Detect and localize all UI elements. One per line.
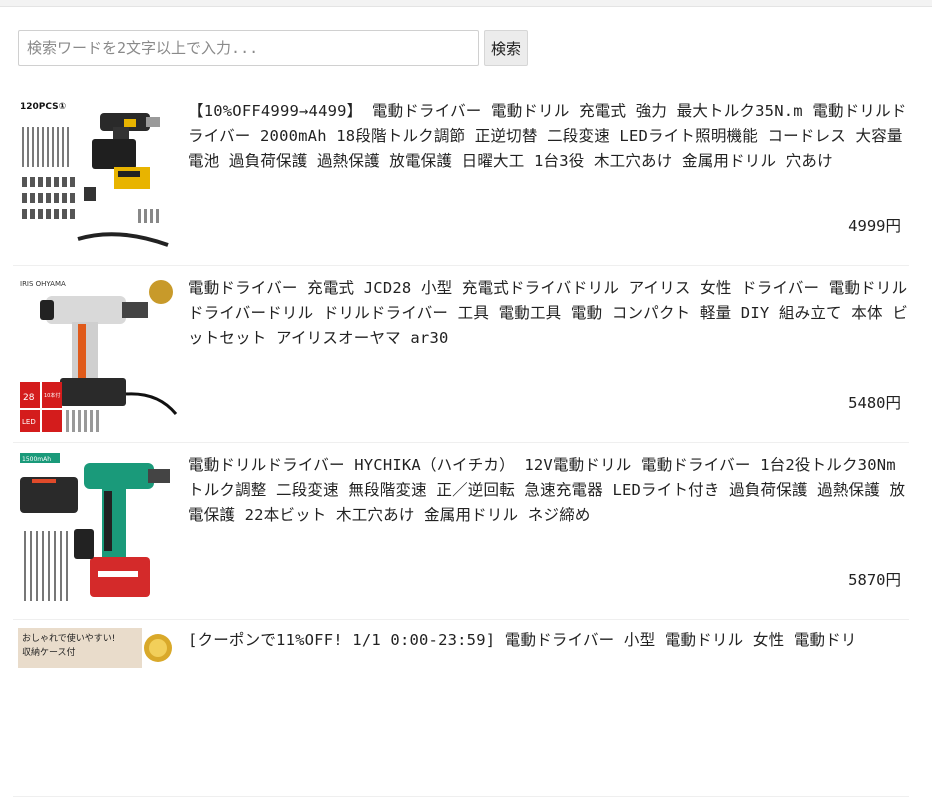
product-image[interactable]: IRIS OHYAMA 28 10本付 LED — [18, 274, 178, 434]
drill-kit-image: 120PCS① — [18, 97, 178, 257]
battery-label: 1500mAh — [22, 456, 51, 463]
product-item[interactable]: おしゃれで使いやすい! 収納ケース付 [クーポンで11%OFF! 1/1 0:0… — [13, 620, 909, 797]
product-title[interactable]: 電動ドライバー 充電式 JCD28 小型 充電式ドライバドリル アイリス 女性 … — [188, 276, 908, 351]
kit-label: 120PCS① — [20, 102, 66, 112]
brand-label: IRIS OHYAMA — [20, 280, 66, 288]
product-image[interactable]: 120PCS① — [18, 97, 178, 257]
top-bar — [0, 0, 932, 7]
hychika-drill-image: 1500mAh — [18, 451, 178, 611]
case-promo-image: おしゃれで使いやすい! 収納ケース付 — [18, 628, 178, 668]
torque-badge: 28 — [23, 393, 35, 403]
search-bar: 検索 — [18, 29, 528, 67]
product-price: 5870円 — [848, 571, 901, 589]
product-image[interactable]: おしゃれで使いやすい! 収納ケース付 — [18, 628, 178, 668]
search-button[interactable]: 検索 — [484, 30, 528, 66]
iris-drill-image: IRIS OHYAMA 28 10本付 LED — [18, 274, 178, 434]
bits-badge: 10本付 — [44, 392, 60, 399]
product-title[interactable]: [クーポンで11%OFF! 1/1 0:00-23:59] 電動ドライバー 小型… — [188, 628, 908, 653]
product-price: 4999円 — [848, 217, 901, 235]
product-image[interactable]: 1500mAh — [18, 451, 178, 611]
promo-text-1: おしゃれで使いやすい! — [22, 632, 115, 644]
product-price: 5480円 — [848, 394, 901, 412]
product-item[interactable]: IRIS OHYAMA 28 10本付 LED 電動ドライバー 充電式 JCD2… — [13, 266, 909, 443]
product-item[interactable]: 120PCS① 【10%OFF4999→4499】 電動ドライバー 電動ドリル … — [13, 89, 909, 266]
product-list: 120PCS① 【10%OFF4999→4499】 電動ドライバー 電動ドリル … — [13, 89, 909, 797]
search-input[interactable] — [18, 30, 479, 66]
product-title[interactable]: 【10%OFF4999→4499】 電動ドライバー 電動ドリル 充電式 強力 最… — [188, 99, 908, 174]
led-badge: LED — [22, 418, 36, 426]
product-item[interactable]: 1500mAh 電動ドリルドライバー HYCHIKA（ハイチカ） 12V電動ドリ… — [13, 443, 909, 620]
promo-text-2: 収納ケース付 — [22, 646, 76, 658]
product-title[interactable]: 電動ドリルドライバー HYCHIKA（ハイチカ） 12V電動ドリル 電動ドライバ… — [188, 453, 908, 528]
